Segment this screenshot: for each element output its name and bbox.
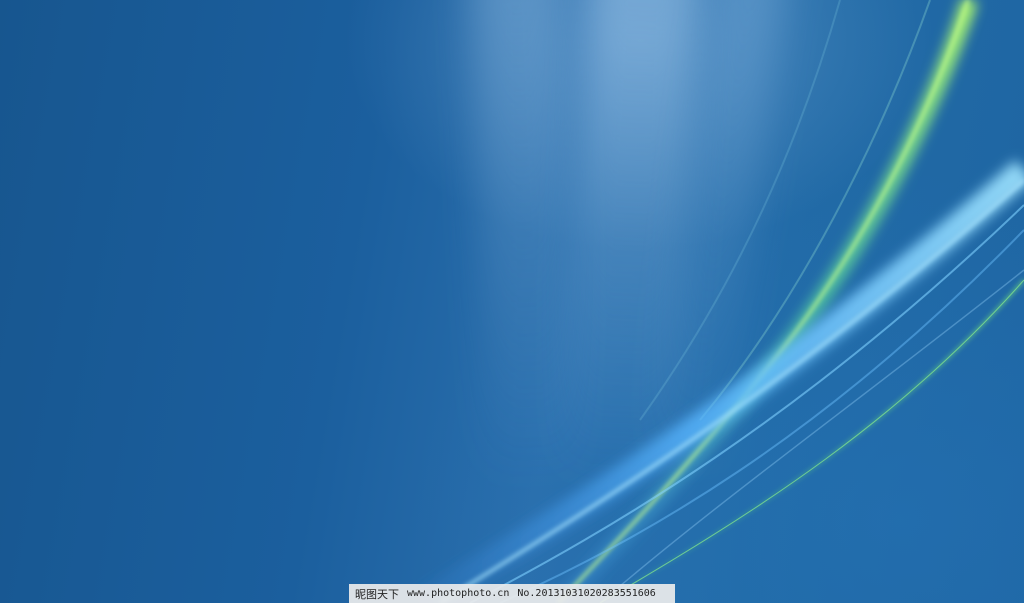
aurora-ribbons	[413, 0, 1024, 603]
watermark-url: www.photophoto.cn	[407, 588, 510, 599]
watermark-number: No.20131031020283551606	[517, 588, 656, 599]
desktop-wallpaper: 昵图天下 www.photophoto.cn No.20131031020283…	[0, 0, 1024, 603]
watermark-bar: 昵图天下 www.photophoto.cn No.20131031020283…	[349, 584, 675, 603]
blue-ribbon	[413, 160, 1024, 603]
green-ribbon	[554, 0, 978, 603]
watermark-brand: 昵图天下	[355, 587, 399, 601]
